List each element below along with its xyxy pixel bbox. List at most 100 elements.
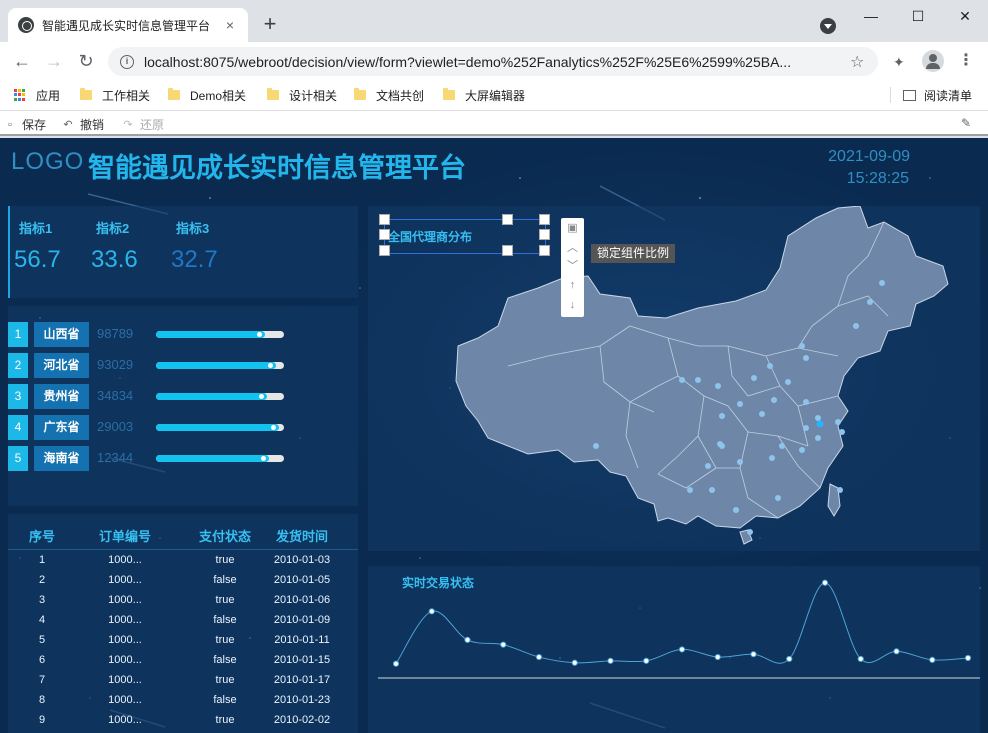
reading-list-button[interactable]: 阅读清单 bbox=[903, 86, 972, 104]
back-arrow-icon[interactable]: ← bbox=[10, 49, 34, 73]
bookmark-folder-design[interactable]: 设计相关 bbox=[267, 86, 337, 104]
browser-toolbar: ← → ↻ i localhost:8075/webroot/decision/… bbox=[0, 42, 988, 80]
table-row[interactable]: 8 1000... false 2010-01-23 bbox=[8, 694, 358, 714]
selection-box[interactable] bbox=[384, 219, 546, 254]
puzzle-extension-icon[interactable]: ✦ bbox=[893, 54, 909, 70]
table-row[interactable]: 5 1000... true 2010-01-11 bbox=[8, 634, 358, 654]
pin-icon[interactable]: ✎ bbox=[961, 116, 975, 130]
reload-icon[interactable]: ↻ bbox=[74, 49, 98, 73]
table-cell: 1 bbox=[38, 554, 46, 566]
data-point-9 bbox=[714, 653, 721, 661]
table-cell: false bbox=[213, 574, 237, 586]
resize-handle[interactable] bbox=[502, 214, 513, 225]
data-point-7 bbox=[643, 657, 650, 664]
table-row[interactable]: 9 1000... true 2010-02-02 bbox=[8, 714, 358, 733]
column-header[interactable]: 序号 bbox=[12, 526, 72, 545]
data-point-6 bbox=[607, 657, 614, 664]
star-icon[interactable]: ☆ bbox=[850, 52, 870, 72]
table-cell: 1000... bbox=[108, 654, 142, 666]
bookmark-folder-work[interactable]: 工作相关 bbox=[80, 86, 150, 104]
move-down-icon[interactable]: ↓ bbox=[561, 295, 584, 315]
page-title: 智能遇见成长实时信息管理平台 bbox=[88, 153, 466, 183]
province-name: 广东省 bbox=[34, 415, 89, 440]
move-up-icon[interactable]: ↑ bbox=[561, 275, 584, 295]
bookmark-folder-demo[interactable]: Demo相关 bbox=[168, 86, 246, 104]
ranking-row: 5 海南省 12344 bbox=[8, 446, 308, 472]
undo-icon: ↶ bbox=[63, 118, 73, 131]
browser-tab[interactable]: 智能遇见成长实时信息管理平台 × bbox=[8, 8, 248, 42]
bookmark-apps[interactable]: 应用 bbox=[14, 86, 60, 104]
table-row[interactable]: 6 1000... false 2010-01-15 bbox=[8, 654, 358, 674]
folder-icon bbox=[168, 88, 180, 100]
more-menu-icon[interactable]: ⋮ bbox=[958, 52, 974, 70]
table-cell: 2010-01-05 bbox=[273, 574, 331, 586]
column-header[interactable]: 支付状态 bbox=[190, 526, 260, 545]
tab-close-button[interactable]: × bbox=[222, 17, 238, 33]
table-cell: 1000... bbox=[108, 574, 142, 586]
bookmark-label: 文档共创 bbox=[376, 88, 425, 103]
column-header[interactable]: 订单编号 bbox=[88, 526, 162, 545]
table-cell: 8 bbox=[38, 694, 46, 706]
progress-fill bbox=[156, 362, 277, 369]
kpi-panel[interactable]: 指标1 指标2 指标3 56.7 33.6 32.7 bbox=[8, 206, 358, 298]
address-bar[interactable]: i localhost:8075/webroot/decision/view/f… bbox=[108, 47, 878, 76]
ranking-row: 1 山西省 98789 bbox=[8, 322, 308, 348]
resize-handle[interactable] bbox=[502, 245, 513, 256]
close-window-button[interactable]: ✕ bbox=[942, 4, 988, 28]
maximize-button[interactable]: ☐ bbox=[895, 4, 941, 28]
trade-chart-panel[interactable]: 实时交易状态 bbox=[368, 566, 980, 733]
table-cell: 2010-01-06 bbox=[273, 594, 331, 606]
progress-dot bbox=[256, 332, 262, 337]
table-row[interactable]: 4 1000... false 2010-01-09 bbox=[8, 614, 358, 634]
table-row[interactable]: 3 1000... true 2010-01-06 bbox=[8, 594, 358, 614]
current-date: 2021-09-09 bbox=[828, 148, 910, 165]
resize-handle[interactable] bbox=[539, 229, 550, 240]
line-chart[interactable] bbox=[368, 566, 980, 733]
lock-ratio-icon[interactable]: ▣ bbox=[561, 218, 584, 238]
undo-label: 撤销 bbox=[80, 118, 105, 132]
resize-handle[interactable] bbox=[539, 245, 550, 256]
resize-handle[interactable] bbox=[539, 214, 550, 225]
undo-button[interactable]: ↶ 撤销 bbox=[62, 116, 104, 133]
chevron-down-icon[interactable]: ﹀ bbox=[561, 256, 584, 276]
bookmark-label: Demo相关 bbox=[190, 88, 247, 103]
data-point-4 bbox=[535, 653, 543, 661]
province-ranking-panel[interactable]: 1 山西省 98789 2 河北省 93029 3 贵州省 34834 4 广东… bbox=[8, 306, 358, 506]
highlight-marker bbox=[816, 420, 824, 428]
minimize-button[interactable]: — bbox=[848, 4, 894, 28]
province-name: 贵州省 bbox=[34, 384, 89, 409]
kpi-label: 指标3 bbox=[176, 221, 210, 236]
tab-search-icon[interactable] bbox=[820, 18, 836, 34]
new-tab-button[interactable]: + bbox=[258, 12, 282, 36]
profile-avatar[interactable] bbox=[922, 50, 944, 72]
table-row[interactable]: 1 1000... true 2010-01-03 bbox=[8, 554, 358, 574]
url-text[interactable]: localhost:8075/webroot/decision/view/for… bbox=[144, 54, 850, 70]
table-row[interactable]: 2 1000... false 2010-01-05 bbox=[8, 574, 358, 594]
resize-handle[interactable] bbox=[379, 229, 390, 240]
bookmark-label: 大屏编辑器 bbox=[465, 88, 526, 103]
resize-handle[interactable] bbox=[379, 214, 390, 225]
redo-label: 还原 bbox=[140, 118, 165, 132]
dashboard-canvas: LOGO 智能遇见成长实时信息管理平台 2021-09-09 15:28:25 … bbox=[0, 138, 988, 733]
info-icon[interactable]: i bbox=[120, 54, 134, 69]
rank-number: 2 bbox=[8, 353, 28, 378]
table-row[interactable]: 7 1000... true 2010-01-17 bbox=[8, 674, 358, 694]
bookmark-folder-docs[interactable]: 文档共创 bbox=[354, 86, 424, 104]
save-button[interactable]: ▫ 保存 bbox=[4, 116, 46, 133]
chevron-up-icon[interactable]: ︿ bbox=[561, 238, 584, 258]
bookmark-divider bbox=[890, 87, 891, 103]
bookmark-folder-editor[interactable]: 大屏编辑器 bbox=[443, 86, 525, 104]
forward-arrow-icon[interactable]: → bbox=[42, 49, 66, 73]
ranking-row: 2 河北省 93029 bbox=[8, 353, 308, 379]
orders-table[interactable]: 序号 订单编号 支付状态 发货时间 1 1000... true 2010-01-03… bbox=[8, 514, 358, 733]
map-panel[interactable]: 全国代理商分布 ▣ ︿ ﹀ ↑ ↓ 锁定组件比例 bbox=[368, 206, 980, 551]
table-cell: 2010-01-23 bbox=[273, 694, 331, 706]
folder-icon bbox=[354, 88, 366, 100]
column-header[interactable]: 发货时间 bbox=[266, 526, 338, 545]
redo-button[interactable]: ↷ 还原 bbox=[122, 116, 164, 133]
table-cell: 1000... bbox=[108, 694, 142, 706]
kpi-value: 33.6 bbox=[91, 246, 138, 273]
resize-handle[interactable] bbox=[379, 245, 390, 256]
table-cell: 5 bbox=[38, 634, 46, 646]
folder-icon bbox=[267, 88, 279, 100]
